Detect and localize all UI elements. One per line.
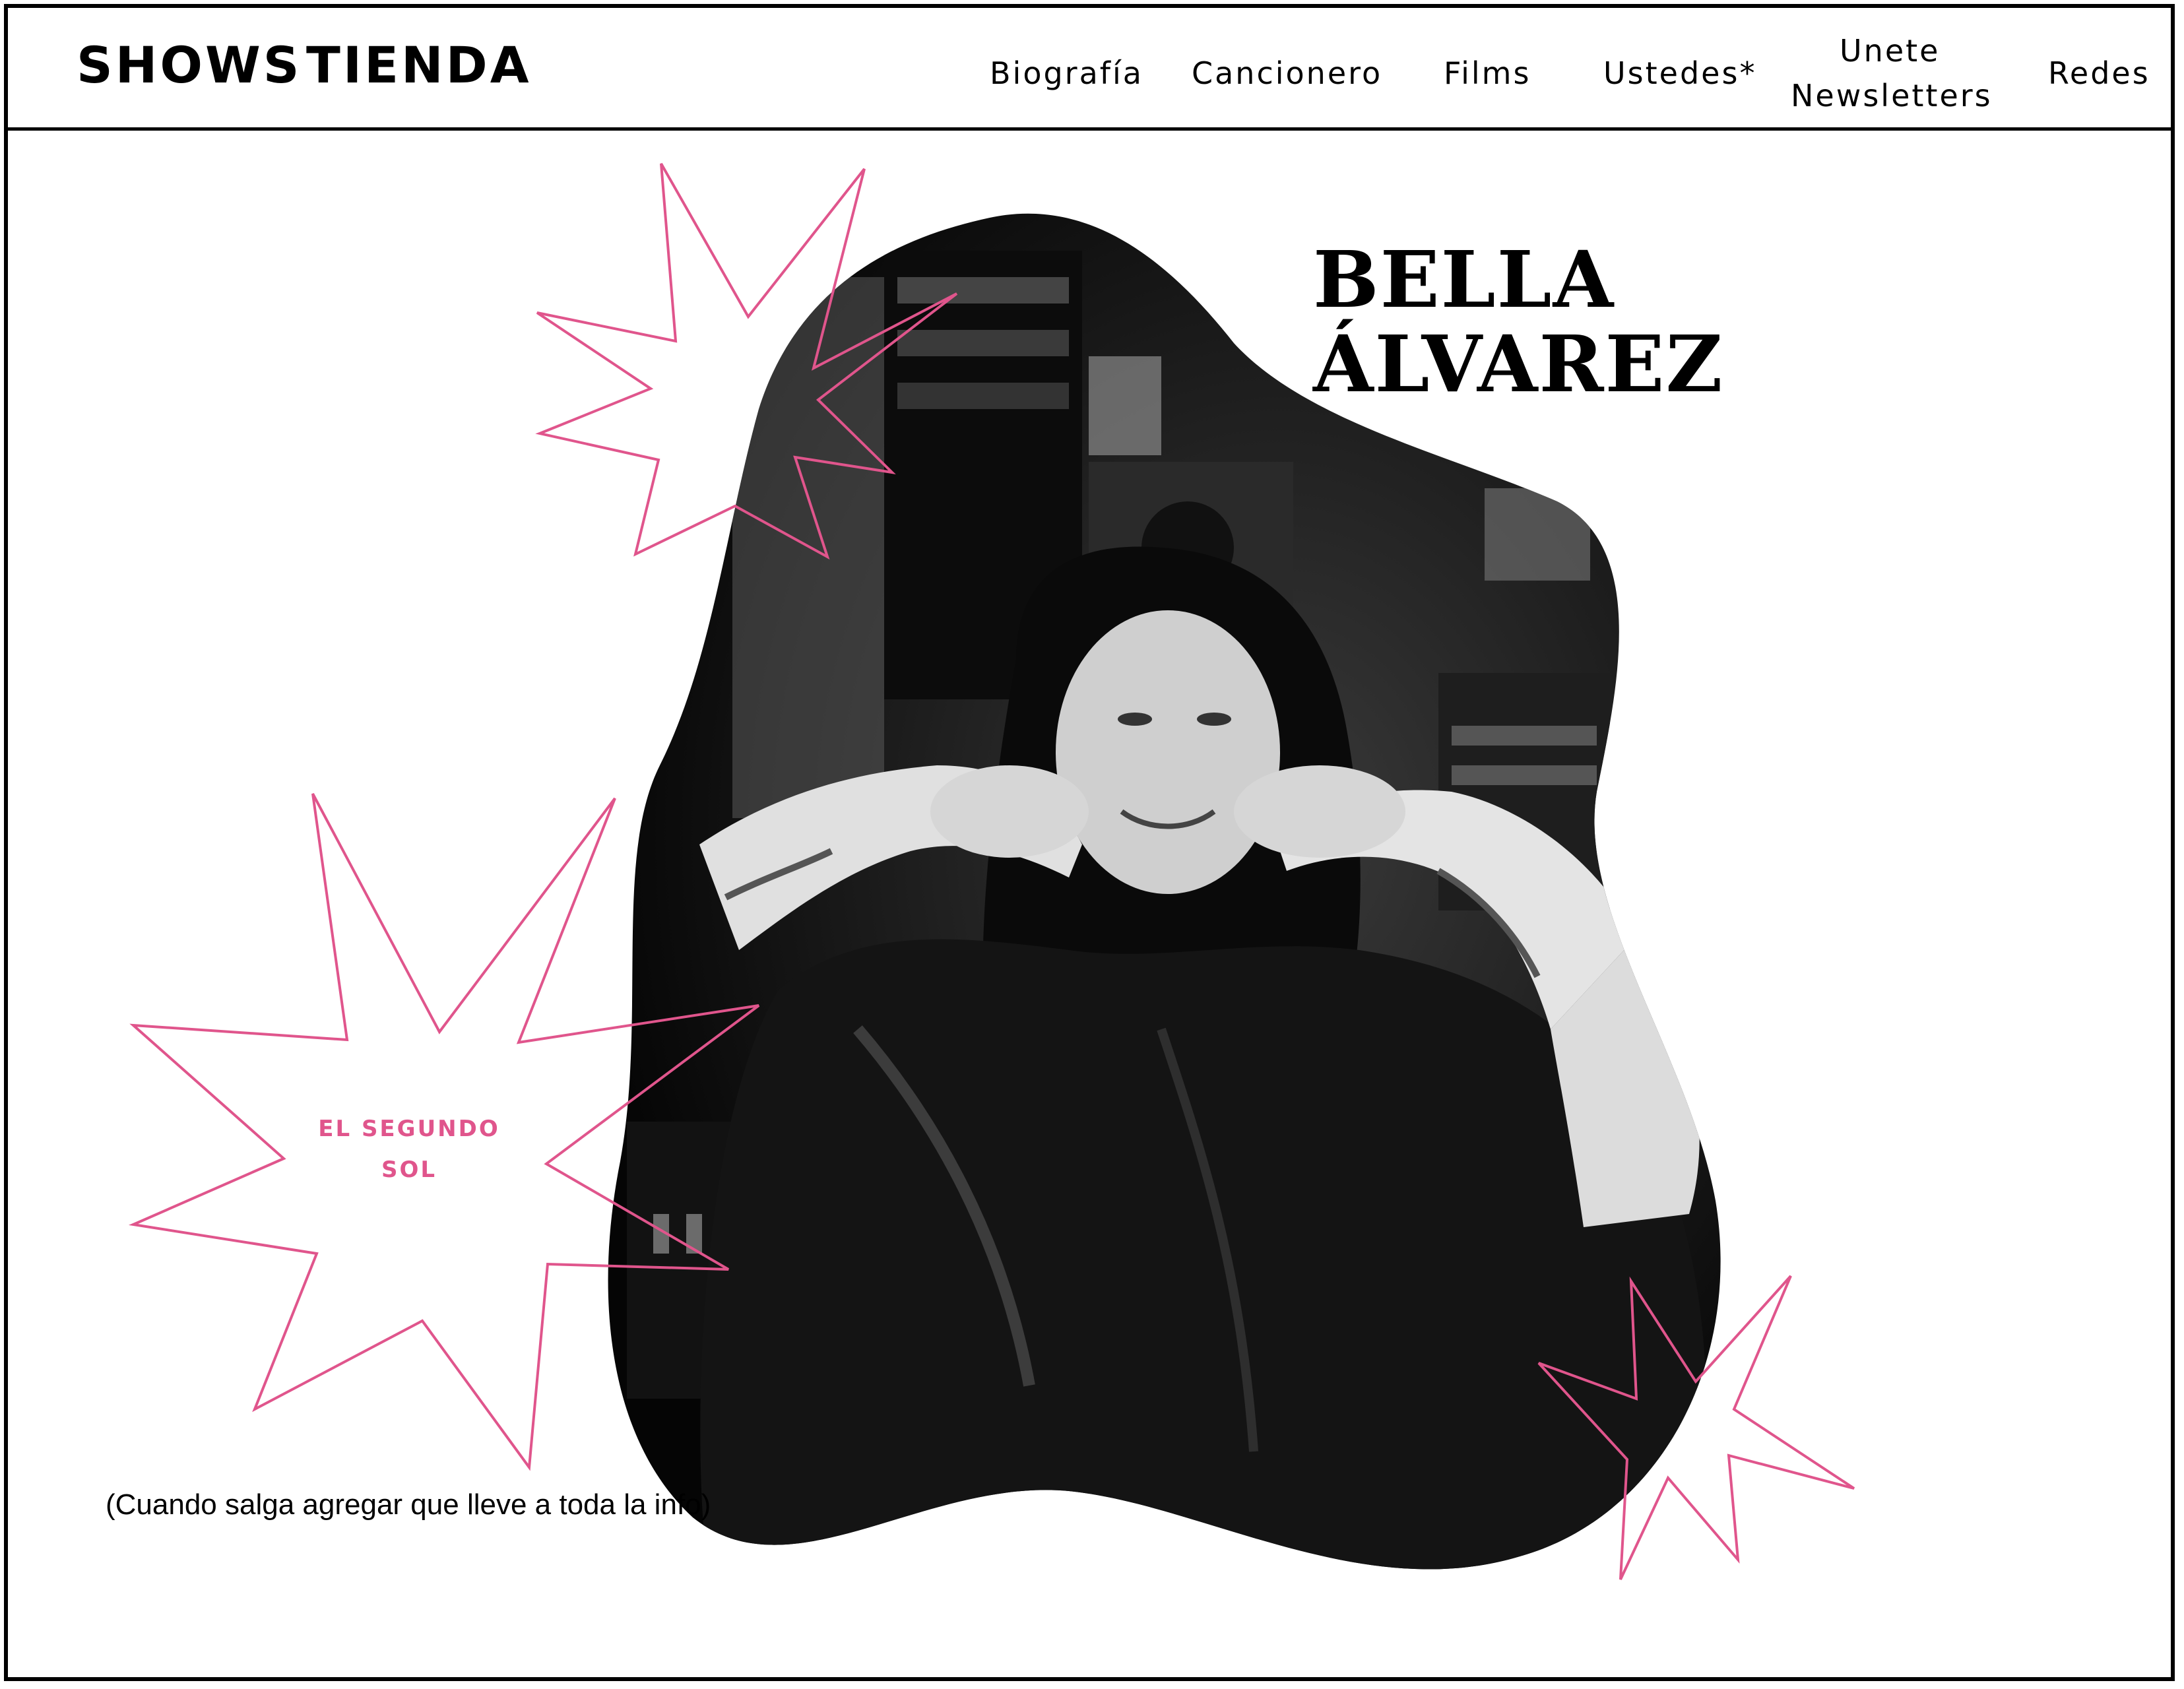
artist-name-line1: BELLA [1313,234,1615,325]
artist-photo [608,213,1721,1570]
artist-name-line2: ÁLVAREZ [1313,318,1724,410]
hero-art [128,163,1855,1580]
album-label-line1[interactable]: EL SEGUNDO [290,1108,528,1149]
album-label-line2[interactable]: SOL [290,1149,528,1190]
placeholder-note: (Cuando salga agregar que lleve a toda l… [106,1488,711,1521]
album-link[interactable]: EL SEGUNDO SOL [290,1108,528,1190]
artist-name: BELLA ÁLVAREZ [1313,238,1724,406]
